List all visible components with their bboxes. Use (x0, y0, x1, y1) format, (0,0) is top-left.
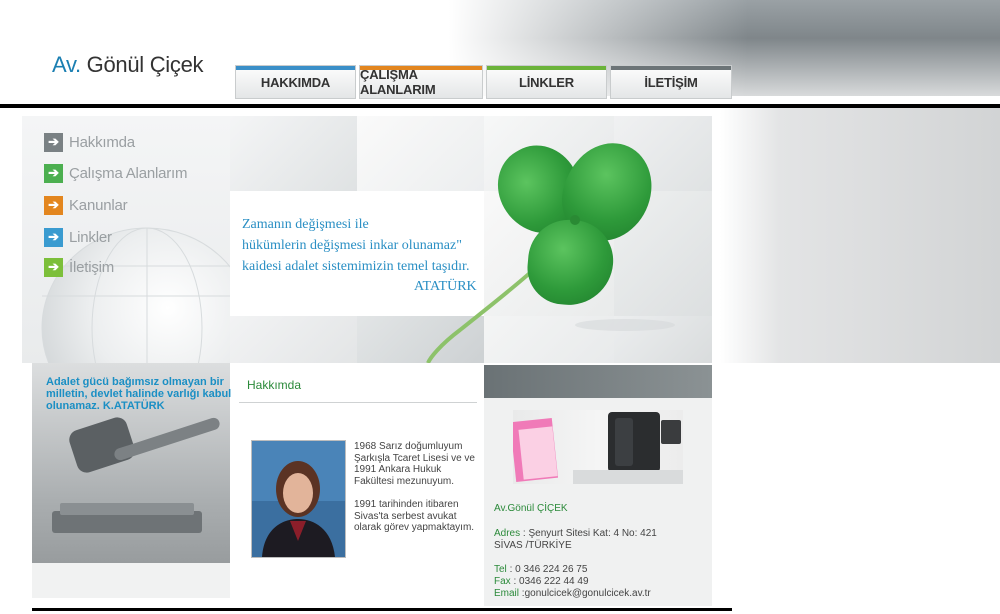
side-menu-label: Linkler (69, 228, 112, 246)
side-menu-label: İletişim (69, 258, 115, 276)
about-divider (239, 402, 477, 403)
nav-tab-label: İLETİŞİM (644, 74, 698, 90)
contact-label: Tel (494, 564, 507, 575)
arrow-right-icon: ➔ (44, 132, 63, 152)
nav-tab-label: HAKKIMDA (260, 74, 331, 90)
arrow-right-icon: ➔ (44, 163, 63, 183)
nav-tab-linkler[interactable]: LİNKLER (486, 65, 607, 99)
telephone-icon (513, 412, 683, 484)
profile-photo (251, 440, 346, 558)
side-menu-label: Kanunlar (69, 196, 128, 214)
site-logo[interactable]: Av. Gönül Çiçek (52, 52, 204, 78)
arrow-right-icon: ➔ (44, 257, 63, 277)
contact-label: Adres (494, 528, 521, 539)
nav-tab-label: ÇALIŞMA ALANLARIM (360, 67, 436, 97)
footer-divider (32, 608, 732, 611)
side-menu-item-iletisim[interactable]: ➔ İletişim (44, 256, 114, 278)
side-quote: Adalet gücü bağımsız olmayan bir milleti… (46, 376, 232, 412)
nav-tab-calisma-alanlarim[interactable]: ÇALIŞMA ALANLARIM (359, 65, 483, 99)
nav-tab-color-bar (487, 66, 606, 70)
about-paragraph: 1968 Sarız doğumluyum Şarkışla Tcaret Li… (354, 441, 475, 487)
contact-label: Fax (494, 576, 511, 587)
contact-header-bar (484, 365, 712, 398)
nav-tab-color-bar (611, 66, 731, 70)
side-menu-label: Çalışma Alanlarım (69, 164, 188, 182)
side-menu-item-kanunlar[interactable]: ➔ Kanunlar (44, 194, 128, 216)
contact-value: : 0346 222 44 49 (510, 576, 589, 587)
nav-tab-label: LİNKLER (519, 74, 574, 90)
contact-email-link[interactable]: :gonulcicek@gonulcicek.av.tr (519, 588, 651, 599)
contact-label: Email (494, 588, 520, 599)
office-phone-image (513, 410, 683, 484)
banner-tile (230, 116, 357, 191)
nav-tab-color-bar (236, 66, 355, 70)
contact-city: SİVAS /TÜRKİYE (494, 540, 572, 551)
about-title: Hakkımda (247, 378, 302, 392)
banner-tile (230, 316, 357, 363)
contact-email[interactable]: Email :gonulcicek@gonulcicek.av.tr (494, 588, 651, 599)
contact-fax: Fax : 0346 222 44 49 (494, 576, 589, 587)
contact-value: : 0 346 224 26 75 (506, 564, 588, 575)
nav-tab-color-bar (360, 66, 482, 70)
gavel-image-footer (32, 563, 230, 598)
about-text: 1968 Sarız doğumluyum Şarkışla Tcaret Li… (354, 441, 479, 534)
side-menu-item-hakkimda[interactable]: ➔ Hakkımda (44, 131, 135, 153)
about-paragraph: 1991 tarihinden itibaren Sivas'ta serbes… (354, 499, 475, 533)
side-menu-item-linkler[interactable]: ➔ Linkler (44, 226, 112, 248)
side-menu-label: Hakkımda (69, 133, 135, 151)
contact-address: Adres : Şenyurt Sitesi Kat: 4 No: 421 (494, 528, 657, 539)
arrow-right-icon: ➔ (44, 195, 63, 215)
portrait-icon (252, 441, 345, 557)
contact-tel: Tel : 0 346 224 26 75 (494, 564, 587, 575)
clover-icon (400, 128, 690, 364)
nav-tab-hakkimda[interactable]: HAKKIMDA (235, 65, 356, 99)
logo-prefix: Av. (52, 52, 81, 77)
logo-name: Gönül Çiçek (86, 52, 204, 77)
side-menu-item-calisma-alanlarim[interactable]: ➔ Çalışma Alanlarım (44, 162, 188, 184)
contact-name: Av.Gönül ÇİÇEK (494, 503, 568, 514)
contact-value: : Şenyurt Sitesi Kat: 4 No: 421 (520, 528, 657, 539)
banner-quote-line: Zamanın değişmesi ile (242, 217, 369, 232)
arrow-right-icon: ➔ (44, 227, 63, 247)
nav-tab-iletisim[interactable]: İLETİŞİM (610, 65, 732, 99)
